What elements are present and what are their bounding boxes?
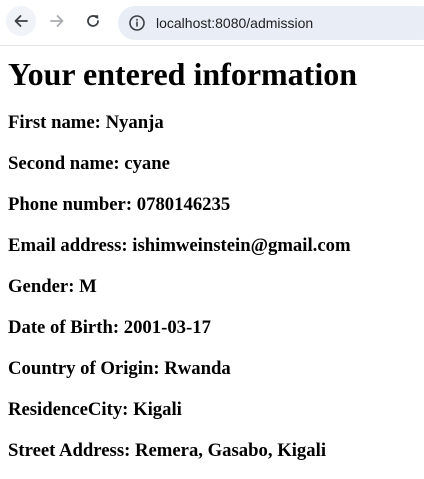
info-row: Country of Origin: Rwanda (8, 358, 416, 379)
info-value: 0780146235 (136, 194, 231, 215)
info-value: Nyanja (105, 112, 164, 133)
info-value: cyane (124, 153, 170, 174)
info-label: ResidenceCity: (8, 399, 129, 420)
info-label: Street Address: (8, 440, 131, 461)
info-label: Phone number: (8, 194, 133, 215)
info-row: Phone number: 0780146235 (8, 194, 416, 215)
info-label: Email address: (8, 235, 128, 256)
address-bar[interactable]: localhost:8080/admission (118, 6, 424, 40)
info-value: Rwanda (164, 358, 231, 379)
page-title: Your entered information (8, 56, 358, 92)
info-row: Street Address: Remera, Gasabo, Kigali (8, 440, 416, 461)
back-button[interactable] (6, 6, 36, 36)
info-circle-icon[interactable] (128, 14, 146, 32)
url-text[interactable]: localhost:8080/admission (156, 15, 313, 31)
info-label: First name: (8, 112, 101, 133)
info-row: First name: Nyanja (8, 112, 416, 133)
forward-button[interactable] (42, 6, 72, 36)
info-value: Remera, Gasabo, Kigali (135, 440, 327, 461)
info-label: Second name: (8, 153, 120, 174)
arrow-left-icon (14, 15, 28, 27)
info-row: Gender: M (8, 276, 416, 297)
info-row: Second name: cyane (8, 153, 416, 174)
info-label: Country of Origin: (8, 358, 160, 379)
info-label: Date of Birth: (8, 317, 120, 338)
browser-toolbar: localhost:8080/admission (0, 0, 424, 46)
info-row: ResidenceCity: Kigali (8, 399, 416, 420)
arrow-right-icon (50, 15, 64, 27)
info-value: M (79, 276, 97, 297)
page-content: Your entered information First name: Nya… (0, 56, 424, 461)
info-label: Gender: (8, 276, 75, 297)
info-row: Date of Birth: 2001-03-17 (8, 317, 416, 338)
info-value: 2001-03-17 (123, 317, 211, 338)
info-row: Email address: ishimweinstein@gmail.com (8, 235, 416, 256)
info-value: Kigali (133, 399, 182, 420)
info-list: First name: Nyanja Second name: cyane Phon… (8, 112, 416, 461)
reload-icon (87, 15, 99, 27)
info-value: ishimweinstein@gmail.com (132, 235, 351, 256)
reload-button[interactable] (78, 6, 108, 36)
